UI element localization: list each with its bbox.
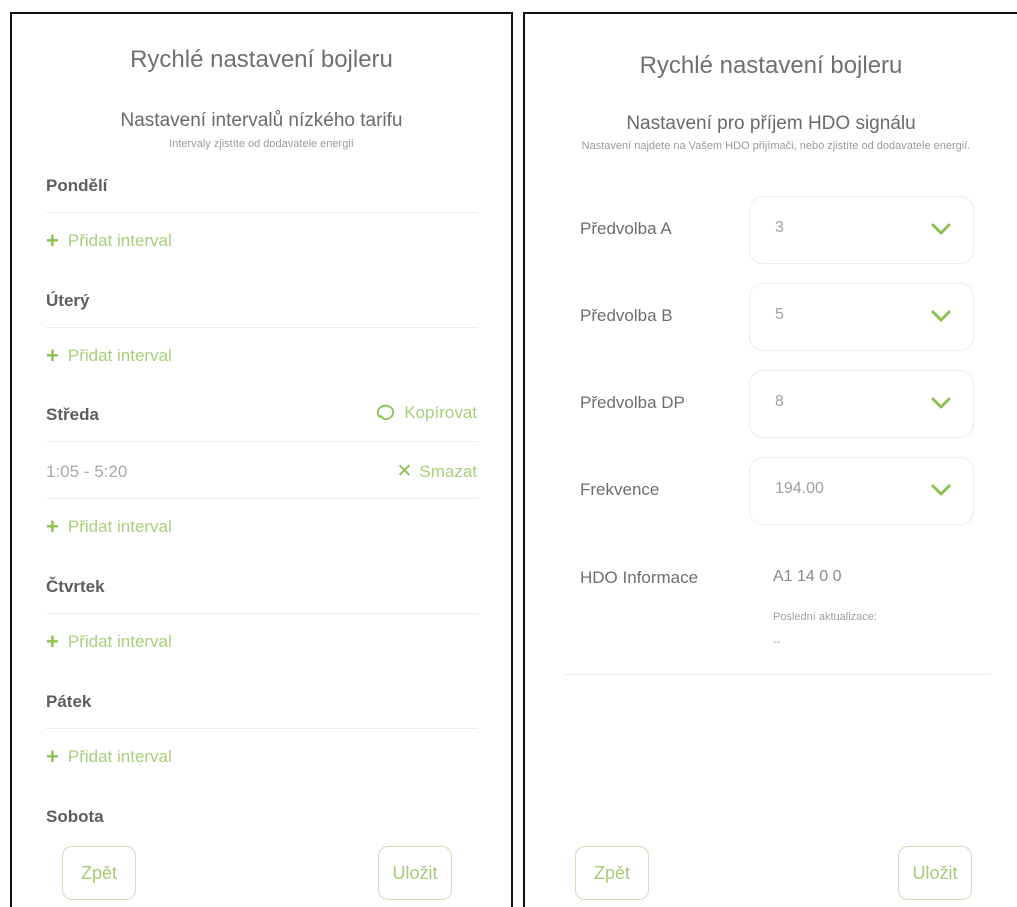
add-interval-button[interactable]: + Přidat interval	[46, 516, 172, 538]
preset-a-label: Předvolba A	[580, 219, 672, 238]
back-button[interactable]: Zpět	[62, 846, 136, 900]
day-label-monday: Pondělí	[46, 176, 108, 195]
preset-a-select[interactable]: 3	[749, 196, 974, 264]
divider	[46, 327, 478, 328]
copy-label: Kopírovat	[404, 403, 477, 422]
last-update-value: --	[773, 636, 781, 648]
frequency-select[interactable]: 194.00	[749, 457, 974, 525]
day-label-tuesday: Úterý	[46, 291, 90, 310]
close-icon: ✕	[396, 461, 413, 482]
plus-icon: +	[46, 629, 59, 654]
add-interval-label: Přidat interval	[67, 346, 172, 365]
divider	[46, 212, 478, 213]
interval-time: 1:05 - 5:20	[46, 462, 128, 481]
section-hint: Intervaly zjistíte od dodavatele energií	[169, 138, 354, 150]
add-interval-button[interactable]: + Přidat interval	[46, 746, 172, 768]
intervals-panel: Rychlé nastavení bojleru Nastavení inter…	[10, 12, 513, 907]
day-label-wednesday: Středa	[46, 405, 99, 424]
frequency-label: Frekvence	[580, 480, 660, 499]
chevron-down-icon	[931, 223, 951, 235]
save-button[interactable]: Uložit	[378, 846, 452, 900]
copy-icon	[377, 404, 395, 421]
add-interval-button[interactable]: + Přidat interval	[46, 345, 172, 367]
preset-dp-value: 8	[775, 393, 784, 410]
day-label-saturday: Sobota	[46, 807, 104, 826]
preset-dp-label: Předvolba DP	[580, 393, 685, 412]
hdo-info-label: HDO Informace	[580, 568, 699, 587]
preset-a-value: 3	[775, 219, 784, 236]
hdo-info-value: A1 14 0 0	[773, 568, 842, 585]
plus-icon: +	[46, 744, 59, 769]
last-update-label: Poslední aktualizace:	[773, 611, 877, 623]
delete-label: Smazat	[419, 461, 477, 481]
copy-button[interactable]: Kopírovat	[375, 403, 477, 423]
day-label-thursday: Čtvrtek	[46, 577, 105, 596]
preset-dp-select[interactable]: 8	[749, 370, 974, 438]
day-label-friday: Pátek	[46, 692, 92, 711]
add-interval-label: Přidat interval	[67, 747, 172, 766]
add-interval-label: Přidat interval	[67, 231, 172, 250]
preset-b-label: Předvolba B	[580, 306, 673, 325]
add-interval-label: Přidat interval	[67, 517, 172, 536]
preset-b-select[interactable]: 5	[749, 283, 974, 351]
divider	[46, 613, 478, 614]
back-button[interactable]: Zpět	[575, 846, 649, 900]
add-interval-button[interactable]: + Přidat interval	[46, 230, 172, 252]
save-button[interactable]: Uložit	[898, 846, 972, 900]
add-interval-label: Přidat interval	[67, 632, 172, 651]
section-title: Nastavení pro příjem HDO signálu	[626, 113, 916, 134]
page-title: Rychlé nastavení bojleru	[639, 52, 903, 79]
frequency-value: 194.00	[775, 480, 824, 497]
chevron-down-icon	[931, 397, 951, 409]
divider	[46, 498, 478, 499]
plus-icon: +	[46, 343, 59, 368]
plus-icon: +	[46, 514, 59, 539]
divider	[565, 674, 990, 675]
divider	[46, 728, 478, 729]
section-title: Nastavení intervalů nízkého tarifu	[120, 110, 403, 131]
add-interval-button[interactable]: + Přidat interval	[46, 631, 172, 653]
chevron-down-icon	[931, 310, 951, 322]
plus-icon: +	[46, 228, 59, 253]
chevron-down-icon	[931, 484, 951, 496]
delete-interval-button[interactable]: ✕ Smazat	[396, 460, 477, 483]
hdo-panel: Rychlé nastavení bojleru Nastavení pro p…	[523, 12, 1017, 907]
page-title: Rychlé nastavení bojleru	[130, 46, 393, 73]
preset-b-value: 5	[775, 306, 784, 323]
divider	[46, 441, 478, 442]
section-hint: Nastavení najdete na Vašem HDO přijímači…	[581, 140, 971, 152]
